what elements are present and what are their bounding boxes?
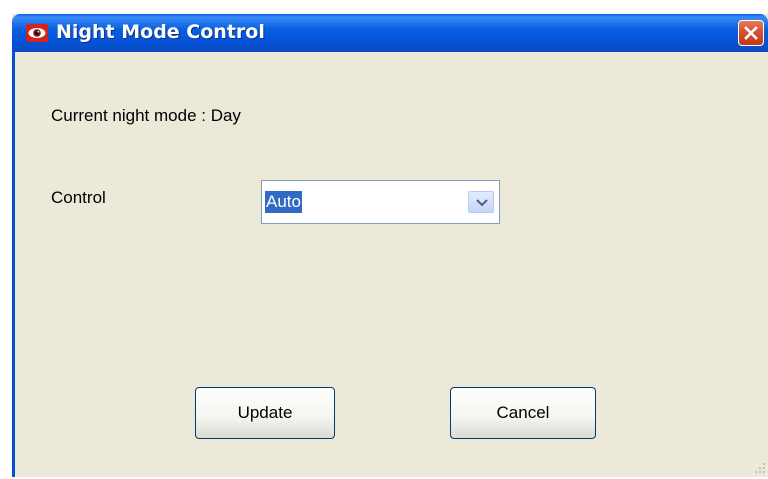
chevron-down-icon (476, 199, 488, 207)
cancel-button[interactable]: Cancel (450, 387, 596, 439)
current-mode-text: Current night mode : Day (51, 106, 241, 125)
control-select-value: Auto (265, 191, 302, 213)
night-mode-dialog: Night Mode Control Current night mode : … (12, 14, 768, 477)
control-select[interactable]: Auto (261, 180, 500, 224)
close-button[interactable] (738, 20, 764, 46)
window-title: Night Mode Control (56, 21, 265, 43)
eye-icon (26, 24, 48, 42)
resize-grip-icon[interactable] (752, 460, 766, 474)
title-bar[interactable]: Night Mode Control (12, 14, 768, 52)
close-icon (744, 26, 758, 40)
control-label: Control (51, 188, 106, 207)
dropdown-button[interactable] (468, 191, 494, 213)
window-border (12, 52, 15, 477)
update-button[interactable]: Update (195, 387, 335, 439)
